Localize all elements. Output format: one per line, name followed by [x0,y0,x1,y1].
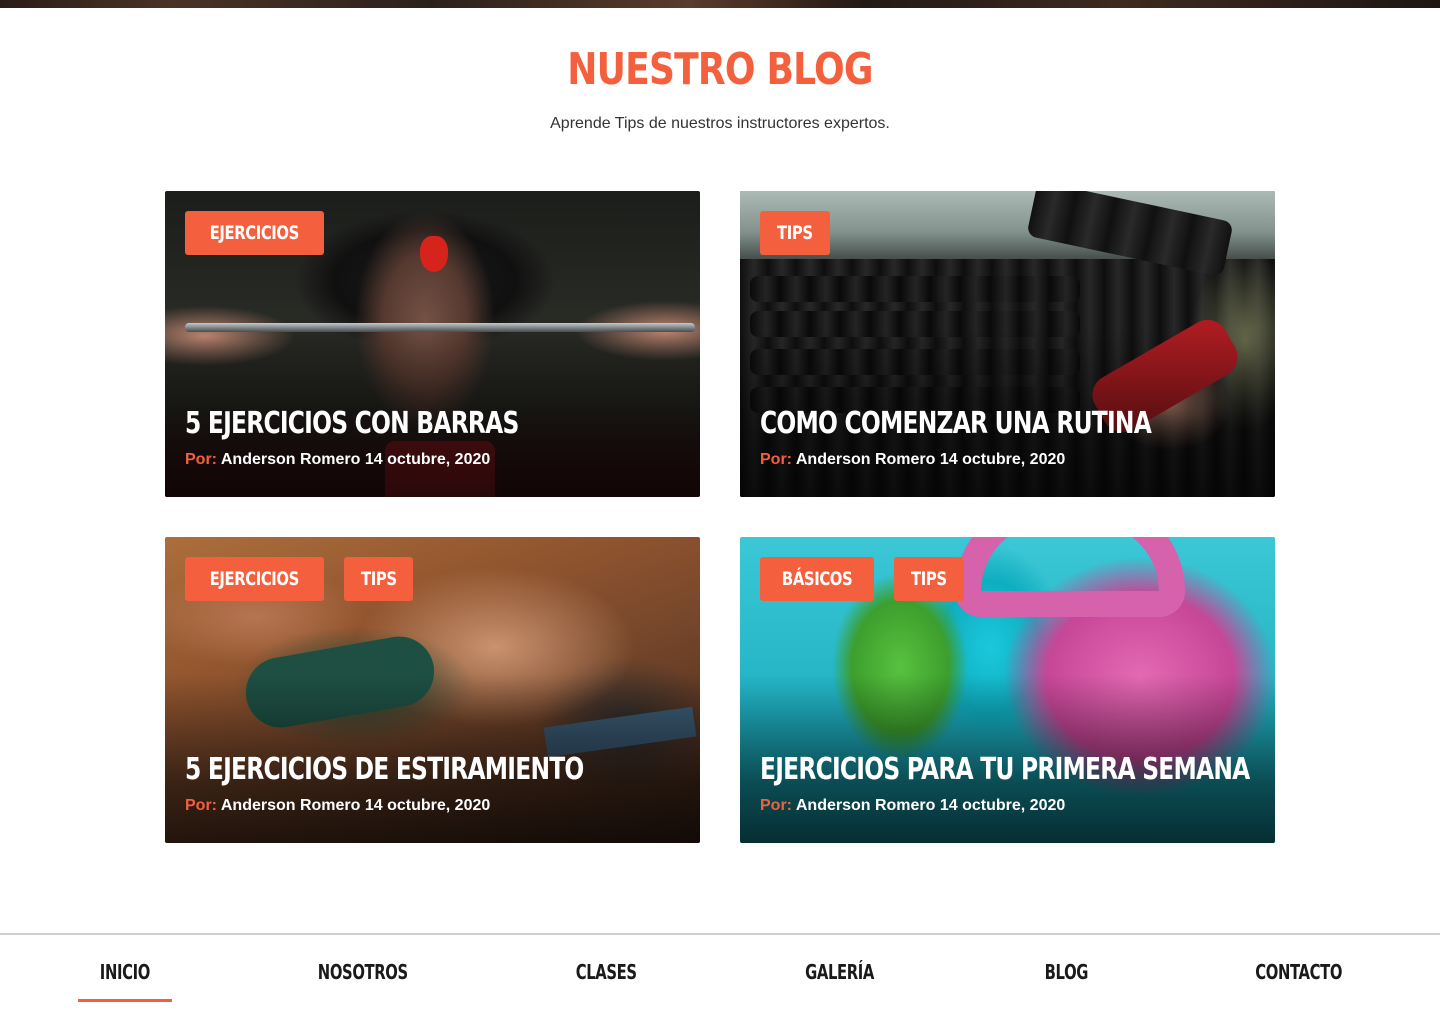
card-meta: Por: Anderson Romero 14 octubre, 2020 [760,797,1065,815]
tag-list: TIPS [760,211,830,255]
card-title[interactable]: 5 EJERCICIOS DE ESTIRAMIENTO [185,750,584,790]
nav-item-nosotros[interactable]: NOSOTROS [300,957,426,987]
tag-ejercicios[interactable]: EJERCICIOS [185,211,324,255]
card-meta: Por: Anderson Romero 14 octubre, 2020 [760,451,1065,469]
tag-basicos[interactable]: BÁSICOS [760,557,875,601]
blog-card-rutina[interactable]: TIPS COMO COMENZAR UNA RUTINA Por: Ander… [740,191,1275,497]
card-meta: Por: Anderson Romero 14 octubre, 2020 [185,451,490,469]
author-date: Anderson Romero 14 octubre, 2020 [795,451,1066,468]
blog-card-primera-semana[interactable]: BÁSICOS TIPS EJERCICIOS PARA TU PRIMERA … [740,537,1275,843]
nav-item-blog[interactable]: BLOG [1033,957,1099,987]
tag-list: EJERCICIOS [185,211,324,255]
nav-item-inicio[interactable]: INICIO [78,957,172,987]
tag-list: EJERCICIOS TIPS [185,557,414,601]
blog-card-estiramiento[interactable]: EJERCICIOS TIPS 5 EJERCICIOS DE ESTIRAMI… [165,537,700,843]
blog-card-barras[interactable]: EJERCICIOS 5 EJERCICIOS CON BARRAS Por: … [165,191,700,497]
card-title[interactable]: COMO COMENZAR UNA RUTINA [760,404,1152,444]
nav-item-galeria[interactable]: GALERÍA [790,957,890,987]
by-label: Por: [185,451,217,468]
card-meta: Por: Anderson Romero 14 octubre, 2020 [185,797,490,815]
tag-tips[interactable]: TIPS [894,557,964,601]
author-date: Anderson Romero 14 octubre, 2020 [220,451,491,468]
nav-item-clases[interactable]: CLASES [560,957,652,987]
nav-item-contacto[interactable]: CONTACTO [1240,957,1358,987]
by-label: Por: [760,451,792,468]
by-label: Por: [185,797,217,814]
by-label: Por: [760,797,792,814]
hero-image-bottom-edge [0,0,1440,8]
active-nav-indicator [78,999,172,1002]
bottom-navigation: INICIO NOSOTROS CLASES GALERÍA BLOG CONT… [0,933,1440,1020]
tag-tips[interactable]: TIPS [343,557,414,601]
tag-ejercicios[interactable]: EJERCICIOS [185,557,324,601]
author-date: Anderson Romero 14 octubre, 2020 [795,797,1066,814]
tag-tips[interactable]: TIPS [760,211,830,255]
card-title[interactable]: EJERCICIOS PARA TU PRIMERA SEMANA [760,750,1250,790]
blog-subtitle: Aprende Tips de nuestros instructores ex… [550,115,890,132]
author-date: Anderson Romero 14 octubre, 2020 [220,797,491,814]
card-title[interactable]: 5 EJERCICIOS CON BARRAS [185,404,519,444]
tag-list: BÁSICOS TIPS [760,557,964,601]
blog-title: NUESTRO BLOG [567,44,873,95]
